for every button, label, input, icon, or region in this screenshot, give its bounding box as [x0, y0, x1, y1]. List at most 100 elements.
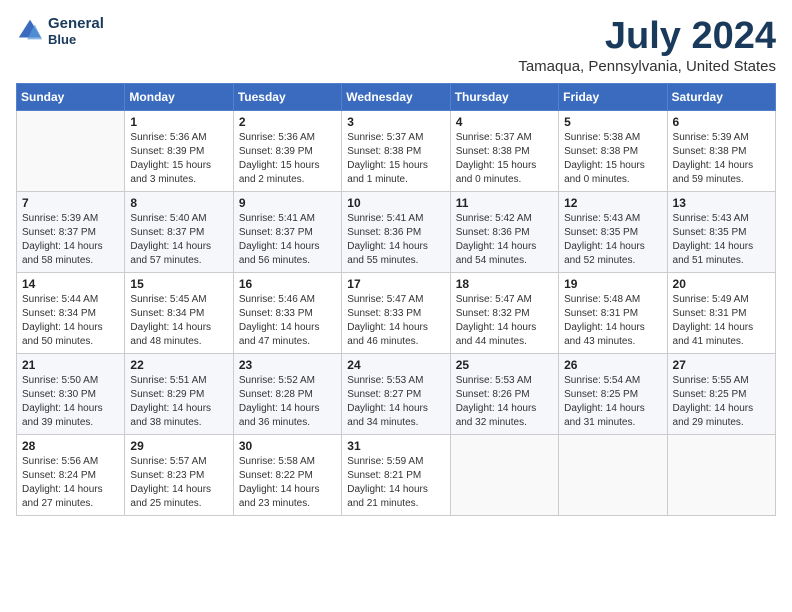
calendar-cell: 8 Sunrise: 5:40 AM Sunset: 8:37 PM Daylig… — [125, 191, 233, 272]
day-number: 24 — [347, 358, 444, 372]
calendar-cell: 26 Sunrise: 5:54 AM Sunset: 8:25 PM Dayli… — [559, 353, 667, 434]
day-number: 31 — [347, 439, 444, 453]
day-number: 18 — [456, 277, 553, 291]
column-header-tuesday: Tuesday — [233, 83, 341, 110]
day-number: 16 — [239, 277, 336, 291]
calendar-cell: 20 Sunrise: 5:49 AM Sunset: 8:31 PM Dayli… — [667, 272, 775, 353]
day-info: Sunrise: 5:53 AM Sunset: 8:27 PM Dayligh… — [347, 374, 444, 430]
column-header-thursday: Thursday — [450, 83, 558, 110]
day-number: 13 — [673, 196, 770, 210]
column-header-friday: Friday — [559, 83, 667, 110]
calendar-cell — [559, 434, 667, 515]
day-number: 10 — [347, 196, 444, 210]
calendar-week-row: 1Sunrise: 5:36 AM Sunset: 8:39 PM Daylig… — [17, 110, 776, 191]
day-info: Sunrise: 5:56 AM Sunset: 8:24 PM Dayligh… — [22, 455, 119, 511]
logo: General Blue — [16, 16, 104, 47]
day-info: Sunrise: 5:36 AM Sunset: 8:39 PM Dayligh… — [239, 131, 336, 187]
day-info: Sunrise: 5:39 AM Sunset: 8:38 PM Dayligh… — [673, 131, 770, 187]
day-number: 29 — [130, 439, 227, 453]
day-number: 6 — [673, 115, 770, 129]
day-info: Sunrise: 5:37 AM Sunset: 8:38 PM Dayligh… — [347, 131, 444, 187]
day-number: 22 — [130, 358, 227, 372]
calendar-cell — [17, 110, 125, 191]
logo-line2: Blue — [48, 33, 104, 47]
day-number: 23 — [239, 358, 336, 372]
day-info: Sunrise: 5:44 AM Sunset: 8:34 PM Dayligh… — [22, 293, 119, 349]
day-info: Sunrise: 5:36 AM Sunset: 8:39 PM Dayligh… — [130, 131, 227, 187]
day-info: Sunrise: 5:54 AM Sunset: 8:25 PM Dayligh… — [564, 374, 661, 430]
column-header-wednesday: Wednesday — [342, 83, 450, 110]
calendar-cell: 2 Sunrise: 5:36 AM Sunset: 8:39 PM Daylig… — [233, 110, 341, 191]
day-number: 26 — [564, 358, 661, 372]
month-title: July 2024 — [518, 16, 776, 58]
day-number: 21 — [22, 358, 119, 372]
title-section: July 2024 Tamaqua, Pennsylvania, United … — [518, 16, 776, 75]
logo-text: General Blue — [48, 16, 104, 47]
calendar-cell: 10Sunrise: 5:41 AM Sunset: 8:36 PM Dayli… — [342, 191, 450, 272]
day-number: 9 — [239, 196, 336, 210]
day-number: 3 — [347, 115, 444, 129]
day-number: 28 — [22, 439, 119, 453]
calendar-cell: 4 Sunrise: 5:37 AM Sunset: 8:38 PM Daylig… — [450, 110, 558, 191]
day-number: 17 — [347, 277, 444, 291]
day-info: Sunrise: 5:50 AM Sunset: 8:30 PM Dayligh… — [22, 374, 119, 430]
calendar-cell: 24 Sunrise: 5:53 AM Sunset: 8:27 PM Dayli… — [342, 353, 450, 434]
day-number: 15 — [130, 277, 227, 291]
calendar-cell: 30 Sunrise: 5:58 AM Sunset: 8:22 PM Dayli… — [233, 434, 341, 515]
day-number: 2 — [239, 115, 336, 129]
calendar-cell: 23 Sunrise: 5:52 AM Sunset: 8:28 PM Dayli… — [233, 353, 341, 434]
day-number: 30 — [239, 439, 336, 453]
day-info: Sunrise: 5:45 AM Sunset: 8:34 PM Dayligh… — [130, 293, 227, 349]
column-header-saturday: Saturday — [667, 83, 775, 110]
calendar-cell: 5Sunrise: 5:38 AM Sunset: 8:38 PM Daylig… — [559, 110, 667, 191]
day-info: Sunrise: 5:51 AM Sunset: 8:29 PM Dayligh… — [130, 374, 227, 430]
calendar-cell: 7 Sunrise: 5:39 AM Sunset: 8:37 PM Daylig… — [17, 191, 125, 272]
day-number: 5 — [564, 115, 661, 129]
calendar-cell — [450, 434, 558, 515]
day-info: Sunrise: 5:53 AM Sunset: 8:26 PM Dayligh… — [456, 374, 553, 430]
day-info: Sunrise: 5:37 AM Sunset: 8:38 PM Dayligh… — [456, 131, 553, 187]
calendar-cell: 13 Sunrise: 5:43 AM Sunset: 8:35 PM Dayli… — [667, 191, 775, 272]
calendar-cell: 21 Sunrise: 5:50 AM Sunset: 8:30 PM Dayli… — [17, 353, 125, 434]
calendar-cell: 9 Sunrise: 5:41 AM Sunset: 8:37 PM Daylig… — [233, 191, 341, 272]
calendar-cell: 28 Sunrise: 5:56 AM Sunset: 8:24 PM Dayli… — [17, 434, 125, 515]
calendar-week-row: 21 Sunrise: 5:50 AM Sunset: 8:30 PM Dayli… — [17, 353, 776, 434]
day-number: 14 — [22, 277, 119, 291]
day-number: 11 — [456, 196, 553, 210]
day-info: Sunrise: 5:43 AM Sunset: 8:35 PM Dayligh… — [673, 212, 770, 268]
calendar-cell: 25Sunrise: 5:53 AM Sunset: 8:26 PM Dayli… — [450, 353, 558, 434]
day-number: 27 — [673, 358, 770, 372]
column-header-sunday: Sunday — [17, 83, 125, 110]
day-info: Sunrise: 5:48 AM Sunset: 8:31 PM Dayligh… — [564, 293, 661, 349]
calendar-cell: 29 Sunrise: 5:57 AM Sunset: 8:23 PM Dayli… — [125, 434, 233, 515]
day-info: Sunrise: 5:41 AM Sunset: 8:37 PM Dayligh… — [239, 212, 336, 268]
calendar-cell: 1Sunrise: 5:36 AM Sunset: 8:39 PM Daylig… — [125, 110, 233, 191]
day-number: 4 — [456, 115, 553, 129]
day-info: Sunrise: 5:43 AM Sunset: 8:35 PM Dayligh… — [564, 212, 661, 268]
day-info: Sunrise: 5:49 AM Sunset: 8:31 PM Dayligh… — [673, 293, 770, 349]
day-number: 12 — [564, 196, 661, 210]
location: Tamaqua, Pennsylvania, United States — [518, 58, 776, 75]
calendar-week-row: 14 Sunrise: 5:44 AM Sunset: 8:34 PM Dayli… — [17, 272, 776, 353]
calendar-cell: 19Sunrise: 5:48 AM Sunset: 8:31 PM Dayli… — [559, 272, 667, 353]
calendar-week-row: 28 Sunrise: 5:56 AM Sunset: 8:24 PM Dayli… — [17, 434, 776, 515]
calendar-cell: 11 Sunrise: 5:42 AM Sunset: 8:36 PM Dayli… — [450, 191, 558, 272]
calendar-cell: 3 Sunrise: 5:37 AM Sunset: 8:38 PM Daylig… — [342, 110, 450, 191]
day-number: 7 — [22, 196, 119, 210]
day-info: Sunrise: 5:42 AM Sunset: 8:36 PM Dayligh… — [456, 212, 553, 268]
day-info: Sunrise: 5:58 AM Sunset: 8:22 PM Dayligh… — [239, 455, 336, 511]
day-info: Sunrise: 5:39 AM Sunset: 8:37 PM Dayligh… — [22, 212, 119, 268]
day-info: Sunrise: 5:52 AM Sunset: 8:28 PM Dayligh… — [239, 374, 336, 430]
day-info: Sunrise: 5:47 AM Sunset: 8:33 PM Dayligh… — [347, 293, 444, 349]
day-number: 20 — [673, 277, 770, 291]
calendar-cell: 22 Sunrise: 5:51 AM Sunset: 8:29 PM Dayli… — [125, 353, 233, 434]
calendar-cell: 16Sunrise: 5:46 AM Sunset: 8:33 PM Dayli… — [233, 272, 341, 353]
calendar-cell: 14 Sunrise: 5:44 AM Sunset: 8:34 PM Dayli… — [17, 272, 125, 353]
calendar-cell: 15 Sunrise: 5:45 AM Sunset: 8:34 PM Dayli… — [125, 272, 233, 353]
day-info: Sunrise: 5:40 AM Sunset: 8:37 PM Dayligh… — [130, 212, 227, 268]
column-header-monday: Monday — [125, 83, 233, 110]
day-info: Sunrise: 5:57 AM Sunset: 8:23 PM Dayligh… — [130, 455, 227, 511]
page-header: General Blue July 2024 Tamaqua, Pennsylv… — [16, 16, 776, 75]
calendar-cell: 6 Sunrise: 5:39 AM Sunset: 8:38 PM Daylig… — [667, 110, 775, 191]
day-number: 8 — [130, 196, 227, 210]
